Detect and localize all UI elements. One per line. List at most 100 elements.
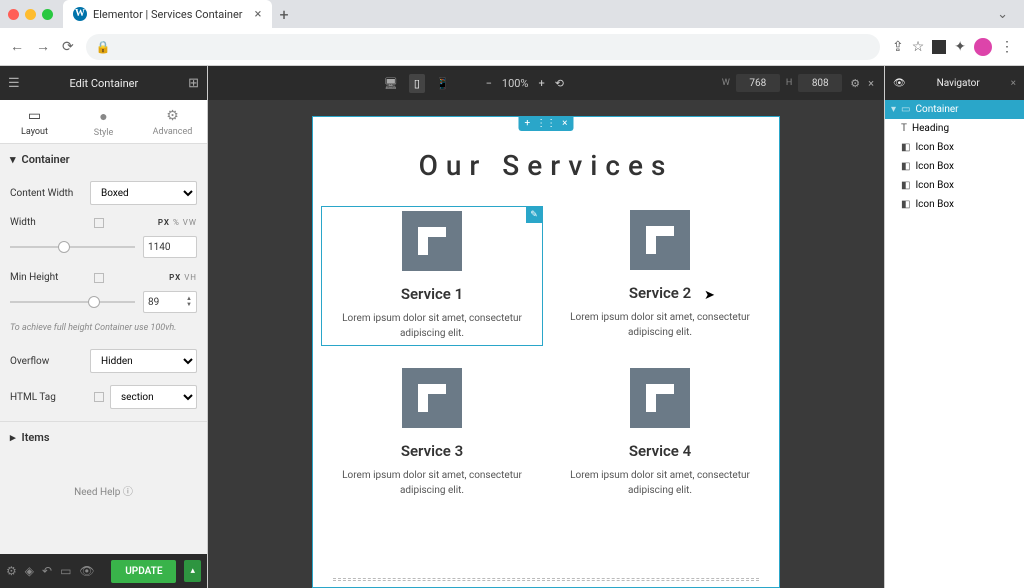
- heading-icon: T: [901, 123, 907, 134]
- back-icon[interactable]: ←: [10, 38, 24, 55]
- avatar[interactable]: [974, 38, 992, 56]
- dynamic-icon[interactable]: [94, 392, 104, 402]
- service-desc: Lorem ipsum dolor sit amet, consectetur …: [553, 468, 767, 498]
- kebab-menu-icon[interactable]: ⋮: [1000, 39, 1014, 55]
- close-navigator-icon[interactable]: ×: [1011, 78, 1016, 89]
- width-units[interactable]: PX % VW: [158, 218, 197, 227]
- nav-item-iconbox[interactable]: ◧Icon Box: [885, 176, 1024, 195]
- chevron-down-icon[interactable]: ⌄: [989, 7, 1016, 22]
- html-tag-select[interactable]: section: [110, 385, 197, 409]
- tab-advanced[interactable]: ⚙Advanced: [138, 100, 207, 143]
- edit-widget-icon[interactable]: ✎: [526, 207, 542, 223]
- star-icon[interactable]: ☆: [912, 39, 925, 55]
- tablet-icon[interactable]: ▯: [409, 74, 425, 93]
- service-desc: Lorem ipsum dolor sit amet, consectetur …: [553, 310, 767, 340]
- responsive-icon[interactable]: [94, 273, 104, 283]
- forward-icon[interactable]: →: [36, 38, 50, 55]
- settings-gear-icon[interactable]: ⚙: [850, 77, 860, 90]
- resize-handle[interactable]: [333, 578, 759, 581]
- wordpress-icon: W: [73, 7, 87, 21]
- overflow-select[interactable]: Hidden: [90, 349, 197, 373]
- style-icon: ●: [69, 108, 138, 125]
- nav-item-heading[interactable]: THeading: [885, 119, 1024, 138]
- service-desc: Lorem ipsum dolor sit amet, consectetur …: [326, 311, 538, 341]
- reload-icon[interactable]: ⟳: [62, 39, 74, 55]
- hamburger-icon[interactable]: ☰: [8, 76, 20, 91]
- container-element[interactable]: + ⋮⋮ × Our Services ✎ Service 1 Lorem ip…: [312, 116, 780, 588]
- minimize-window-icon[interactable]: [25, 9, 36, 20]
- close-tab-icon[interactable]: ×: [255, 7, 262, 22]
- eye-icon[interactable]: 👁: [893, 78, 906, 89]
- browser-actions: ⇪ ☆ ✦ ⋮: [892, 38, 1014, 56]
- update-options-button[interactable]: ▴: [184, 560, 201, 582]
- navigator-panel: 👁 Navigator × ▾▭Container THeading ◧Icon…: [884, 66, 1024, 588]
- browser-chrome: W Elementor | Services Container × + ⌄ ←…: [0, 0, 1024, 66]
- min-height-units[interactable]: PX VH: [169, 273, 197, 282]
- responsive-icon[interactable]: [94, 218, 104, 228]
- panel-header: ☰ Edit Container ⊞: [0, 66, 207, 100]
- history-icon[interactable]: ↶: [42, 564, 52, 578]
- responsive-mode-icon[interactable]: ▭: [60, 564, 71, 578]
- share-icon[interactable]: ⇪: [892, 39, 904, 55]
- navigator-icon[interactable]: ◈: [25, 564, 34, 578]
- responsive-topbar: 🖥 ▯ 📱 − 100% + ⟲ W H ⚙ ×: [208, 66, 884, 100]
- nav-item-iconbox[interactable]: ◧Icon Box: [885, 195, 1024, 214]
- mobile-icon[interactable]: 📱: [431, 74, 455, 93]
- placeholder-icon: [630, 368, 690, 428]
- placeholder-icon: [402, 368, 462, 428]
- service-title: Service 4: [553, 442, 767, 460]
- need-help-link[interactable]: Need Help ⓘ: [0, 453, 207, 528]
- settings-icon[interactable]: ⚙: [6, 564, 17, 578]
- nav-item-iconbox[interactable]: ◧Icon Box: [885, 138, 1024, 157]
- browser-tab[interactable]: W Elementor | Services Container ×: [63, 0, 272, 28]
- preview-icon[interactable]: 👁: [79, 564, 94, 578]
- control-width: Width PX % VW: [0, 211, 207, 234]
- min-height-input[interactable]: 89▲▼: [143, 291, 197, 313]
- drag-handle-icon[interactable]: ⋮⋮: [536, 118, 556, 129]
- zoom-value: 100%: [502, 77, 529, 90]
- min-height-hint: To achieve full height Container use 100…: [0, 321, 207, 343]
- close-responsive-icon[interactable]: ×: [868, 77, 874, 90]
- close-window-icon[interactable]: [8, 9, 19, 20]
- puzzle-icon[interactable]: ✦: [954, 39, 966, 55]
- navigator-header: 👁 Navigator ×: [885, 66, 1024, 100]
- service-title: Service 1: [326, 285, 538, 303]
- layout-icon: ▭: [0, 108, 69, 124]
- nav-item-container[interactable]: ▾▭Container: [885, 100, 1024, 119]
- update-button[interactable]: UPDATE: [111, 560, 176, 583]
- nav-item-iconbox[interactable]: ◧Icon Box: [885, 157, 1024, 176]
- delete-section-icon[interactable]: ×: [562, 118, 567, 129]
- container-icon: ▭: [901, 104, 910, 115]
- zoom-out-button[interactable]: −: [486, 77, 492, 90]
- width-input[interactable]: 1140: [143, 236, 197, 258]
- maximize-window-icon[interactable]: [42, 9, 53, 20]
- heading-widget[interactable]: Our Services: [321, 149, 771, 182]
- tab-style[interactable]: ●Style: [69, 100, 138, 143]
- section-container[interactable]: ▾Container: [0, 144, 207, 175]
- canvas-height-input[interactable]: [798, 74, 842, 92]
- panel-tabs: ▭Layout ●Style ⚙Advanced: [0, 100, 207, 144]
- min-height-slider[interactable]: [10, 301, 135, 303]
- canvas-wrap[interactable]: + ⋮⋮ × Our Services ✎ Service 1 Lorem ip…: [208, 100, 884, 588]
- icon-box-1[interactable]: ✎ Service 1 Lorem ipsum dolor sit amet, …: [321, 206, 543, 346]
- stepper-icon[interactable]: ▲▼: [186, 296, 192, 308]
- new-tab-button[interactable]: +: [280, 5, 289, 24]
- icon-box-2[interactable]: Service 2 Lorem ipsum dolor sit amet, co…: [549, 206, 771, 346]
- content-width-select[interactable]: Boxed: [90, 181, 197, 205]
- width-slider[interactable]: [10, 246, 135, 248]
- container-handle[interactable]: + ⋮⋮ ×: [518, 116, 573, 131]
- section-items[interactable]: ▸Items: [0, 421, 207, 453]
- add-section-icon[interactable]: +: [524, 118, 530, 129]
- canvas-width-input[interactable]: [736, 74, 780, 92]
- extension-icon[interactable]: [932, 40, 946, 54]
- gear-icon: ⚙: [138, 108, 207, 124]
- zoom-in-button[interactable]: +: [539, 77, 545, 90]
- tab-layout[interactable]: ▭Layout: [0, 100, 69, 143]
- window-controls[interactable]: [8, 9, 53, 20]
- icon-box-4[interactable]: Service 4 Lorem ipsum dolor sit amet, co…: [549, 364, 771, 502]
- url-bar[interactable]: 🔒: [86, 34, 880, 60]
- desktop-icon[interactable]: 🖥: [379, 74, 403, 93]
- widgets-grid-icon[interactable]: ⊞: [188, 76, 199, 91]
- zoom-reset-button[interactable]: ⟲: [555, 77, 564, 90]
- icon-box-3[interactable]: Service 3 Lorem ipsum dolor sit amet, co…: [321, 364, 543, 502]
